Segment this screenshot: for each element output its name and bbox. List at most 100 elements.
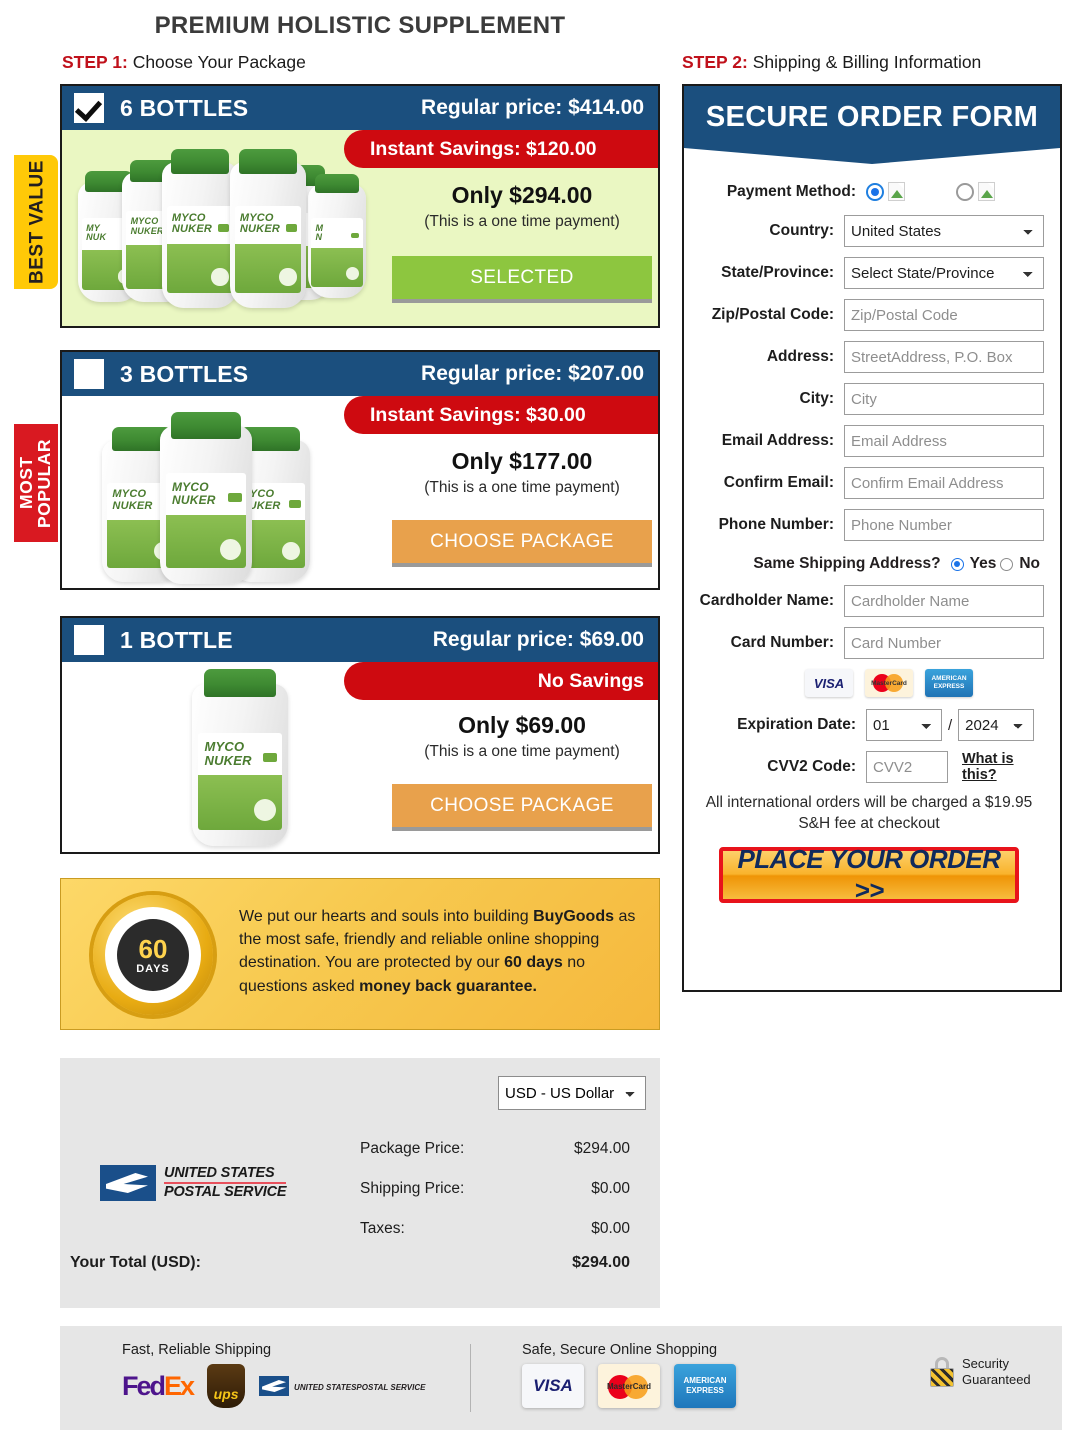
package-card-3-bottles[interactable]: 3 BOTTLES Regular price: $207.00 Instant… xyxy=(60,350,660,590)
field-row-address: Address: xyxy=(694,341,1044,373)
package-card-1-bottle[interactable]: 1 BOTTLE Regular price: $69.00 No Saving… xyxy=(60,616,660,854)
package-card-6-bottles[interactable]: 6 BOTTLES Regular price: $414.00 Instant… xyxy=(60,84,660,328)
cvv-input[interactable] xyxy=(866,751,948,783)
step-1-number: STEP 1: xyxy=(62,52,128,72)
same-shipping-no-label: No xyxy=(1019,555,1040,572)
amex-footer-icon: AMERICAN EXPRESS xyxy=(674,1364,736,1408)
package-checkbox-1[interactable] xyxy=(74,625,104,655)
zip-input[interactable] xyxy=(844,299,1044,331)
shipping-price-label: Shipping Price: xyxy=(360,1180,465,1197)
package-price-1: Only $69.00 xyxy=(458,712,586,738)
city-label: City: xyxy=(799,390,834,407)
guarantee-days: 60 days xyxy=(504,954,563,972)
order-form-header: SECURE ORDER FORM xyxy=(684,86,1060,148)
currency-select[interactable]: USD - US Dollar xyxy=(498,1076,646,1110)
package-checkbox-6[interactable] xyxy=(74,93,104,123)
same-shipping-radio-yes[interactable] xyxy=(950,557,964,571)
usps-line1: UNITED STATES xyxy=(164,1164,275,1181)
summary-row-shipping: Shipping Price: $0.00 xyxy=(360,1180,630,1198)
field-row-zip: Zip/Postal Code: xyxy=(694,299,1044,331)
field-row-state: State/Province: Select State/Province xyxy=(694,257,1044,289)
footer-divider xyxy=(470,1344,471,1412)
expiration-year-select[interactable]: 2024 xyxy=(958,709,1035,741)
confirm-email-label: Confirm Email: xyxy=(723,474,834,491)
place-order-button[interactable]: PLACE YOUR ORDER >> xyxy=(719,844,1019,905)
package-savings-banner-3: Instant Savings: $30.00 xyxy=(344,396,658,434)
expiration-month-select[interactable]: 01 xyxy=(866,709,942,741)
package-payment-note-1: (This is a one time payment) xyxy=(424,743,620,760)
package-payment-note-3: (This is a one time payment) xyxy=(424,479,620,496)
usps-logo: UNITED STATES POSTAL SERVICE xyxy=(100,1160,320,1206)
step-2-heading: STEP 2: Shipping & Billing Information xyxy=(682,52,981,73)
mastercard-icon: MasterCard xyxy=(865,669,913,697)
card-number-input[interactable] xyxy=(844,627,1044,659)
secure-order-form: SECURE ORDER FORM Payment Method: Countr… xyxy=(682,84,1062,992)
same-shipping-yes-label: Yes xyxy=(969,555,997,572)
package-header-3: 3 BOTTLES Regular price: $207.00 xyxy=(62,352,658,396)
visa-icon: VISA xyxy=(805,669,853,697)
select-package-button-6[interactable]: SELECTED xyxy=(392,256,652,303)
package-payment-note-6: (This is a one time payment) xyxy=(424,213,620,230)
field-row-expiration: Expiration Date: 01 / 2024 xyxy=(694,709,1044,741)
summary-rows: Package Price: $294.00 Shipping Price: $… xyxy=(360,1140,630,1260)
most-popular-badge: MOST POPULAR xyxy=(14,424,58,542)
same-shipping-radio-no[interactable] xyxy=(1000,557,1014,571)
phone-input[interactable] xyxy=(844,509,1044,541)
international-shipping-note: All international orders will be charged… xyxy=(705,794,1033,832)
package-regular-price-6: Regular price: $414.00 xyxy=(421,96,644,119)
package-quantity-3: 3 BOTTLES xyxy=(120,360,249,387)
security-line2: Guaranteed xyxy=(962,1372,1031,1388)
cardholder-label: Cardholder Name: xyxy=(699,592,834,609)
ups-icon: ups xyxy=(207,1364,246,1408)
mastercard-footer-icon: MasterCard xyxy=(598,1364,660,1408)
email-input[interactable] xyxy=(844,425,1044,457)
amex-icon: AMERICAN EXPRESS xyxy=(925,669,973,697)
order-summary: USD - US Dollar UNITED STATES POSTAL SER… xyxy=(60,1058,660,1308)
state-label: State/Province: xyxy=(721,264,834,281)
card-number-label: Card Number: xyxy=(730,634,834,651)
field-row-card-number: Card Number: xyxy=(694,627,1044,659)
package-price-3: Only $177.00 xyxy=(451,448,593,474)
broken-image-icon-card xyxy=(888,182,905,201)
package-price-6: Only $294.00 xyxy=(451,182,593,208)
cardholder-input[interactable] xyxy=(844,585,1044,617)
total-value: $294.00 xyxy=(572,1254,630,1271)
guarantee-seal-days: DAYS xyxy=(136,962,170,975)
city-input[interactable] xyxy=(844,383,1044,415)
summary-row-taxes: Taxes: $0.00 xyxy=(360,1220,630,1238)
order-form-body: Payment Method: Country: United States S… xyxy=(684,148,1060,913)
country-select[interactable]: United States xyxy=(844,215,1044,247)
state-select[interactable]: Select State/Province xyxy=(844,257,1044,289)
trust-footer: Fast, Reliable Shipping FedEx ups UNITED… xyxy=(60,1326,1062,1430)
address-input[interactable] xyxy=(844,341,1044,373)
package-savings-banner-1: No Savings xyxy=(344,662,658,700)
package-header-6: 6 BOTTLES Regular price: $414.00 xyxy=(62,86,658,130)
guarantee-text-part1: We put our hearts and souls into buildin… xyxy=(239,908,534,925)
guarantee-seal-number: 60 xyxy=(138,933,168,964)
payment-method-radio-card[interactable] xyxy=(866,182,884,201)
confirm-email-input[interactable] xyxy=(844,467,1044,499)
package-regular-price-3: Regular price: $207.00 xyxy=(421,362,644,385)
package-price-label: Package Price: xyxy=(360,1140,465,1157)
security-guaranteed-block: Security Guaranteed xyxy=(930,1356,1031,1389)
choose-package-button-1[interactable]: CHOOSE PACKAGE xyxy=(392,784,652,831)
package-header-1: 1 BOTTLE Regular price: $69.00 xyxy=(62,618,658,662)
package-quantity-1: 1 BOTTLE xyxy=(120,626,233,653)
payment-method-options xyxy=(866,182,1044,201)
payment-method-radio-alt[interactable] xyxy=(955,182,974,201)
package-checkbox-3[interactable] xyxy=(74,359,104,389)
step-2-number: STEP 2: xyxy=(682,52,748,72)
payment-method-row: Payment Method: xyxy=(694,182,1044,201)
usps-eagle-icon xyxy=(100,1165,156,1201)
product-image-3-bottles: MYCO NUKER MYCO NUKER MYCO NUKER xyxy=(82,410,382,586)
package-quantity-6: 6 BOTTLES xyxy=(120,94,249,121)
package-regular-price-1: Regular price: $69.00 xyxy=(432,628,644,651)
payment-method-label: Payment Method: xyxy=(726,182,856,200)
guarantee-seal-core: 60 DAYS xyxy=(117,919,189,991)
field-row-confirm-email: Confirm Email: xyxy=(694,467,1044,499)
what-is-this-link[interactable]: What is this? xyxy=(962,751,1044,783)
zip-label: Zip/Postal Code: xyxy=(711,306,834,323)
choose-package-button-3[interactable]: CHOOSE PACKAGE xyxy=(392,520,652,567)
shipping-trust-title: Fast, Reliable Shipping xyxy=(122,1342,272,1358)
expiration-separator: / xyxy=(948,716,953,734)
